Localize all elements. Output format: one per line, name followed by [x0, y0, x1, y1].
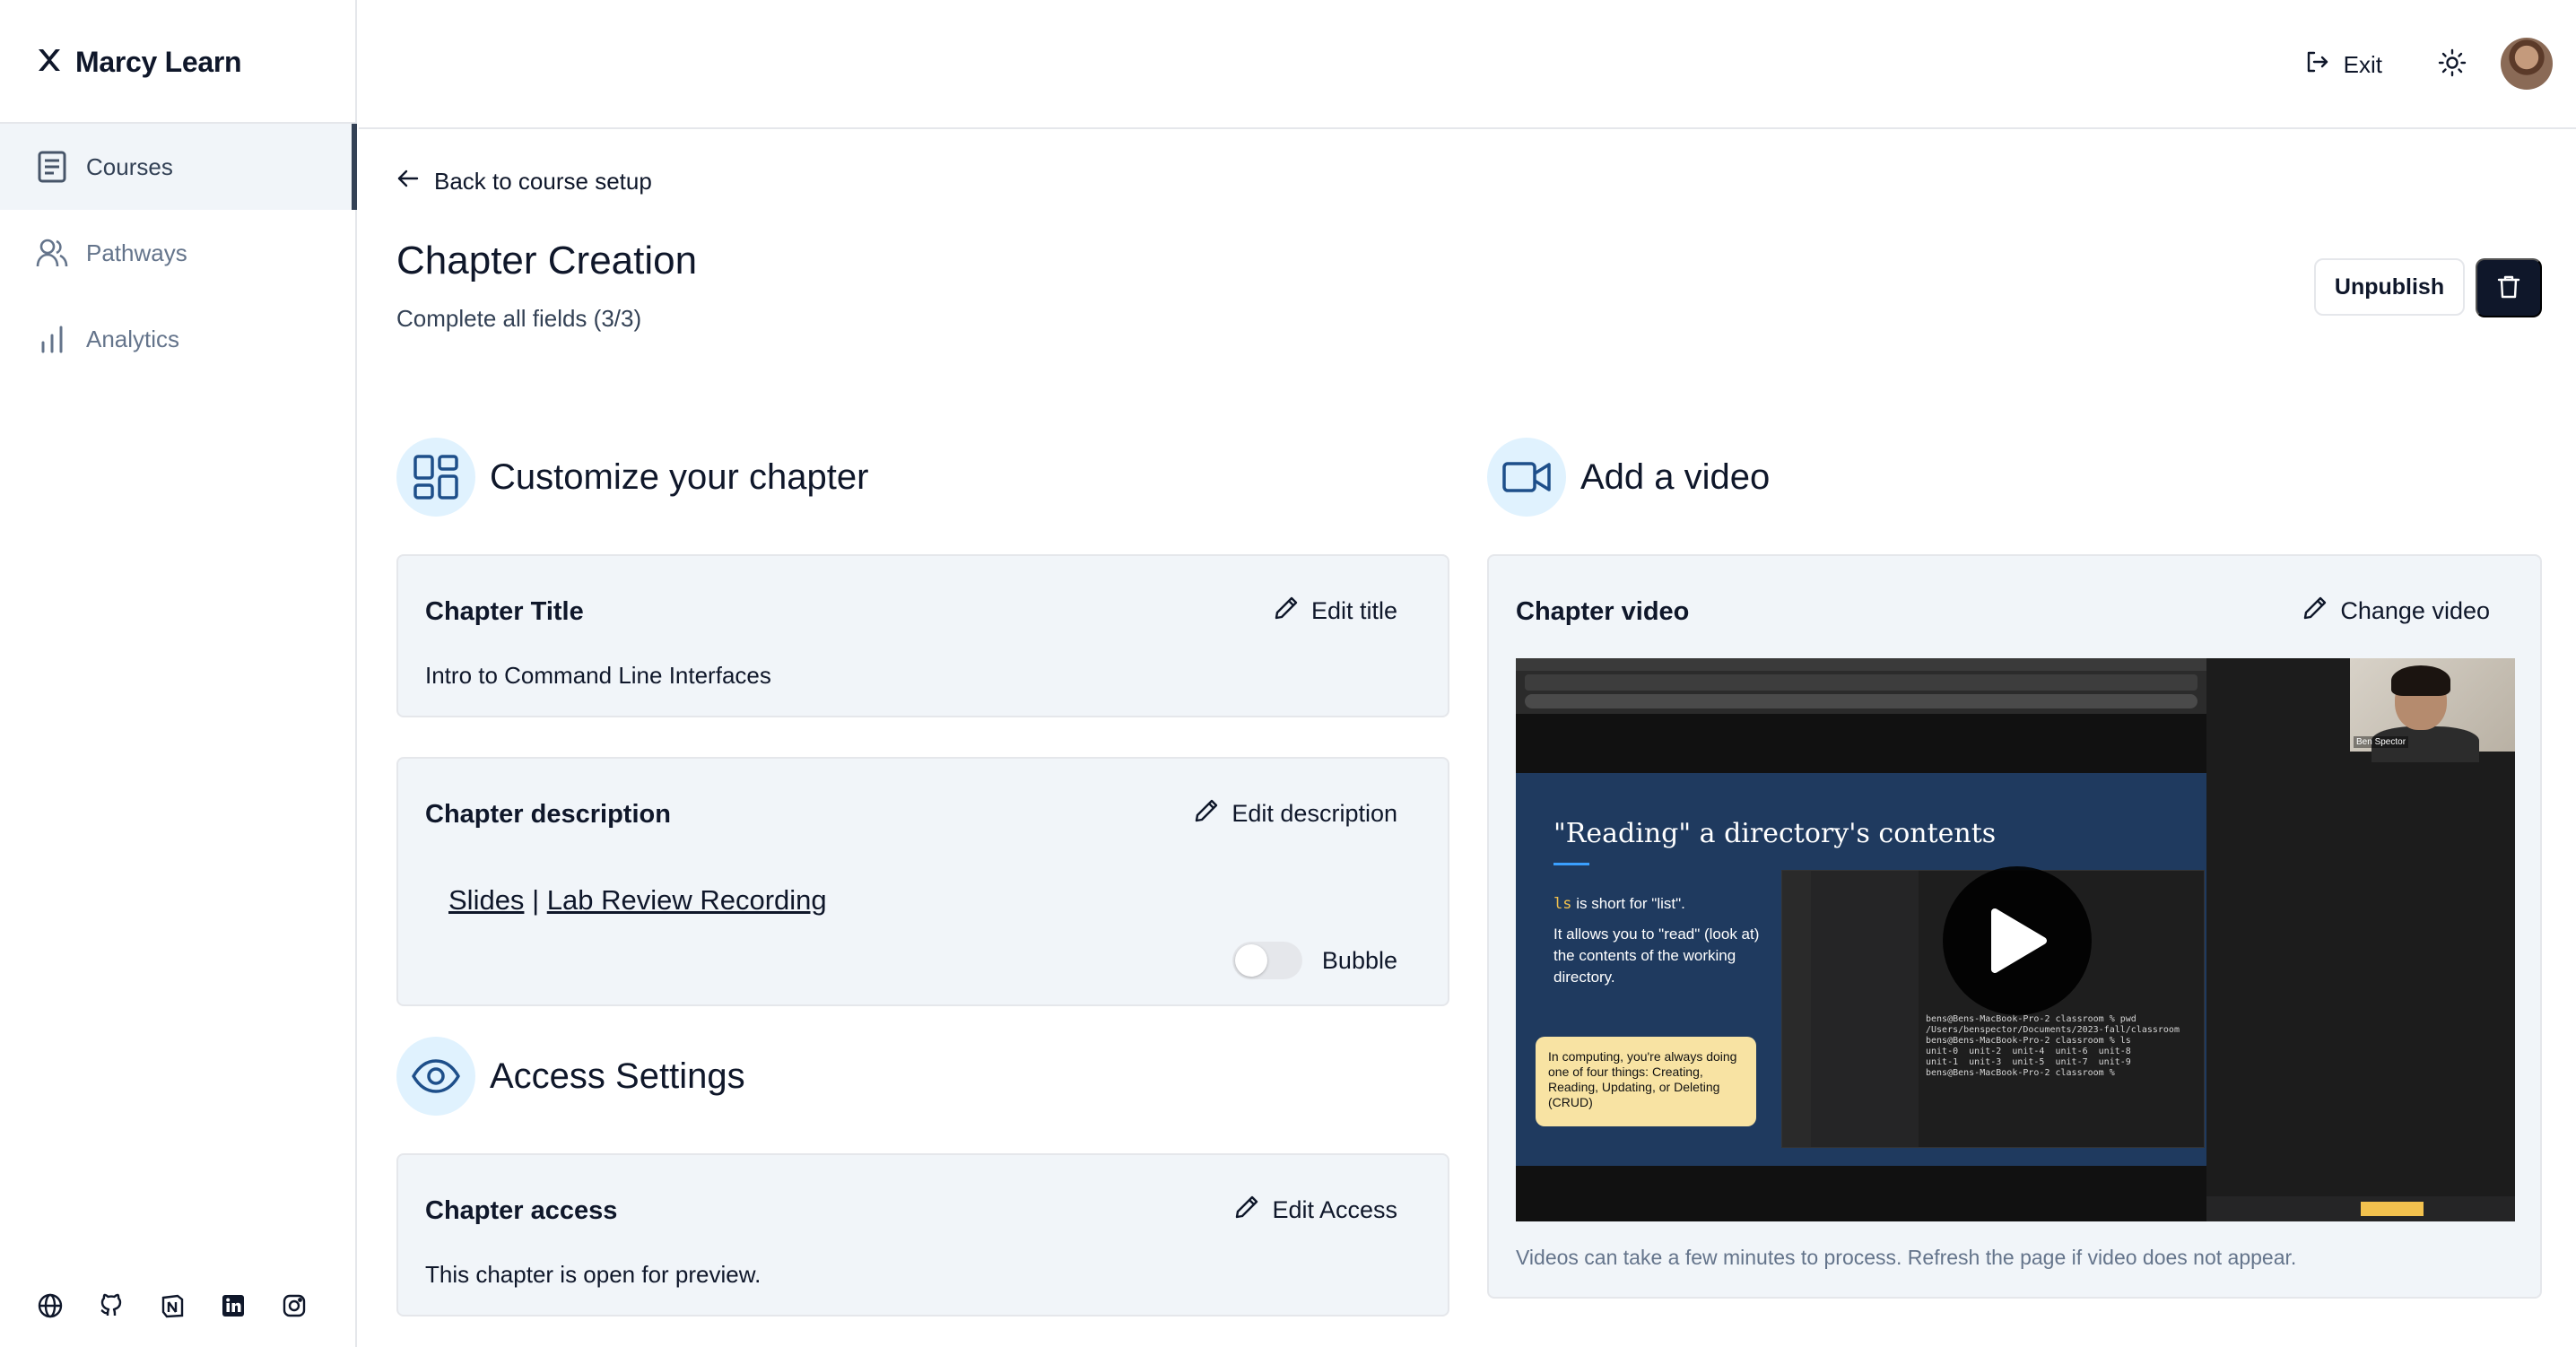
slide-rule [1553, 863, 1589, 865]
theme-toggle-button[interactable] [2434, 47, 2470, 83]
completion-status: Complete all fields (3/3) [396, 305, 642, 332]
section-title: Access Settings [490, 1056, 745, 1096]
users-icon [36, 237, 68, 269]
pencil-icon [2302, 595, 2328, 627]
edit-access-label: Edit Access [1272, 1196, 1397, 1223]
chapter-description-card: Chapter description Edit description Sli… [396, 757, 1449, 1006]
app-logo[interactable]: Marcy Learn [36, 39, 242, 84]
slide-text: ls is short for "list". It allows you to… [1553, 893, 1760, 988]
card-label: Chapter description [425, 800, 671, 829]
linkedin-icon[interactable] [219, 1291, 248, 1320]
layout-dashboard-icon [396, 438, 475, 517]
card-label: Chapter access [425, 1196, 618, 1225]
trash-icon [2497, 274, 2520, 302]
edit-access-button[interactable]: Edit Access [1234, 1195, 1397, 1226]
status-bar [2206, 1196, 2515, 1221]
card-label: Chapter Title [425, 597, 584, 626]
chapter-title-value: Intro to Command Line Interfaces [425, 662, 771, 689]
video-camera-icon [1487, 438, 1566, 517]
presentation-slide: "Reading" a directory's contents ls is s… [1516, 773, 2206, 1166]
slide-command: ls [1553, 895, 1572, 913]
video-processing-note: Videos can take a few minutes to process… [1516, 1246, 2297, 1269]
exit-label: Exit [2343, 50, 2382, 78]
edit-title-label: Edit title [1310, 597, 1397, 624]
customize-section-header: Customize your chapter [396, 438, 868, 517]
video-section-header: Add a video [1487, 438, 1770, 517]
pencil-icon [1194, 798, 1219, 830]
sidebar: Marcy Learn Courses Pathways Analytics [0, 0, 357, 1347]
edit-description-label: Edit description [1231, 800, 1397, 827]
access-section-header: Access Settings [396, 1037, 745, 1116]
notion-icon[interactable] [158, 1291, 187, 1320]
slide-title: "Reading" a directory's contents [1553, 818, 1997, 849]
eye-icon [396, 1037, 475, 1116]
slide-note: In computing, you're always doing one of… [1536, 1037, 1756, 1126]
webcam-feed: Ben Spector [2350, 658, 2515, 762]
sidebar-footer [36, 1291, 309, 1320]
bar-chart-icon [36, 323, 68, 355]
pencil-icon [1234, 1195, 1259, 1226]
card-label: Chapter video [1516, 597, 1690, 626]
section-title: Customize your chapter [490, 456, 869, 497]
edit-description-button[interactable]: Edit description [1194, 798, 1397, 830]
slides-link[interactable]: Slides [448, 884, 524, 916]
github-icon[interactable] [97, 1291, 126, 1320]
sidebar-item-courses[interactable]: Courses [0, 124, 357, 210]
link-separator: | [532, 884, 540, 916]
terminal-output: bens@Bens-MacBook-Pro-2 classroom % pwd … [1926, 1014, 2180, 1078]
video-player[interactable]: Ben Spector "Reading" a directory's cont… [1516, 658, 2515, 1221]
chapter-title-card: Chapter Title Edit title Intro to Comman… [396, 554, 1449, 717]
bubble-toggle[interactable] [1231, 942, 1302, 979]
slide-line-2: It allows you to "read" (look at) the co… [1553, 926, 1760, 986]
sun-icon [2438, 48, 2467, 82]
edit-title-button[interactable]: Edit title [1274, 595, 1397, 627]
browser-chrome [1516, 658, 2206, 714]
back-link-label: Back to course setup [434, 168, 652, 195]
logout-icon [2304, 49, 2329, 81]
instagram-icon[interactable] [280, 1291, 309, 1320]
book-icon [36, 151, 68, 183]
delete-button[interactable] [2476, 258, 2542, 317]
sidebar-item-label: Analytics [86, 325, 180, 352]
top-bar: Exit [359, 0, 2576, 129]
app-name: Marcy Learn [75, 45, 242, 78]
exit-button[interactable]: Exit [2304, 45, 2382, 84]
sidebar-item-pathways[interactable]: Pathways [0, 210, 357, 296]
bubble-toggle-label: Bubble [1321, 946, 1397, 974]
slide-line-1: is short for "list". [1571, 895, 1685, 912]
bubble-toggle-group: Bubble [1231, 942, 1397, 979]
chapter-access-value: This chapter is open for preview. [425, 1261, 761, 1288]
sidebar-item-label: Courses [86, 152, 173, 180]
arrow-left-icon [396, 167, 420, 196]
sidebar-item-analytics[interactable]: Analytics [0, 296, 357, 382]
back-to-course-link[interactable]: Back to course setup [396, 167, 652, 196]
description-links: Slides | Lab Review Recording [448, 884, 827, 917]
change-video-button[interactable]: Change video [2302, 595, 2490, 627]
change-video-label: Change video [2340, 597, 2490, 624]
user-avatar[interactable] [2501, 38, 2553, 90]
sidebar-item-label: Pathways [86, 239, 187, 266]
webcam-tag: Ben Spector [2354, 736, 2409, 748]
chapter-video-card: Chapter video Change video Ben Spector "… [1487, 554, 2542, 1299]
unpublish-button[interactable]: Unpublish [2314, 258, 2465, 316]
marcy-logo-icon [36, 47, 63, 78]
globe-icon[interactable] [36, 1291, 65, 1320]
lab-review-recording-link[interactable]: Lab Review Recording [547, 884, 827, 916]
play-icon[interactable] [1943, 866, 2092, 1015]
pencil-icon [1274, 595, 1299, 627]
page-title: Chapter Creation [396, 239, 698, 282]
chapter-access-card: Chapter access Edit Access This chapter … [396, 1153, 1449, 1317]
section-title: Add a video [1580, 456, 1771, 497]
